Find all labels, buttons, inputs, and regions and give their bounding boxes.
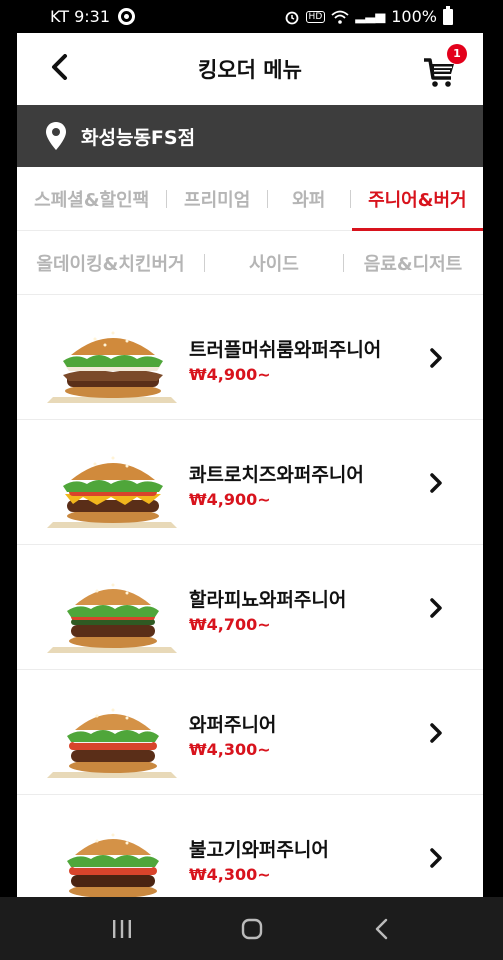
hd-icon: HD <box>305 10 326 23</box>
menu-item-whopper-jr[interactable]: 와퍼주니어 ₩4,300~ <box>17 670 483 795</box>
tab-divider <box>349 189 351 208</box>
status-right: HD ▂▃▅ 100% <box>284 5 453 26</box>
burger-image <box>47 583 177 653</box>
tab-drink-dessert[interactable]: 음료&디저트 <box>344 231 482 294</box>
tab-label: 올데이킹&치킨버거 <box>36 253 185 275</box>
item-price: ₩4,300~ <box>189 740 271 759</box>
burger-image <box>47 708 177 778</box>
tab-whopper[interactable]: 와퍼 <box>268 167 350 230</box>
store-bar[interactable]: 화성능동FS점 <box>17 105 483 167</box>
chevron-right-icon <box>430 348 442 368</box>
tab-label: 스페셜&할인팩 <box>34 189 150 211</box>
burger-image <box>47 331 177 403</box>
tab-junior-burger[interactable]: 주니어&버거 <box>351 167 483 231</box>
location-pin-icon <box>46 122 66 150</box>
status-bar: KT 9:31 HD ▂▃▅ 100% <box>0 0 503 33</box>
home-button[interactable] <box>240 917 264 941</box>
chevron-right-icon <box>430 473 442 493</box>
item-name: 할라피뇨와퍼주니어 <box>189 589 347 611</box>
burger-image <box>47 456 177 528</box>
wifi-icon <box>331 10 349 24</box>
tab-premium[interactable]: 프리미엄 <box>167 167 267 230</box>
item-name: 트러플머쉬룸와퍼주니어 <box>189 339 382 361</box>
system-navigation-bar <box>0 897 503 960</box>
tab-label: 주니어&버거 <box>368 189 467 211</box>
tab-label: 프리미엄 <box>184 189 251 211</box>
item-name: 와퍼주니어 <box>189 714 277 736</box>
cart-button[interactable]: 1 <box>421 44 467 91</box>
item-price: ₩4,900~ <box>189 490 271 509</box>
back-nav-button[interactable] <box>372 917 392 941</box>
tab-special-discount[interactable]: 스페셜&할인팩 <box>17 167 166 230</box>
item-price: ₩4,700~ <box>189 615 271 634</box>
category-tabs-row-2: 올데이킹&치킨버거 사이드 음료&디저트 <box>17 231 483 295</box>
battery-icon <box>443 5 453 25</box>
menu-item-truffle-mushroom-whopper-jr[interactable]: 트러플머쉬룸와퍼주니어 ₩4,900~ <box>17 295 483 420</box>
chevron-right-icon <box>430 848 442 868</box>
category-tabs-row-1: 스페셜&할인팩 프리미엄 와퍼 주니어&버거 <box>17 167 483 231</box>
app-screen: 킹오더 메뉴 1 화성능동FS점 스페셜&할인팩 프리미엄 와퍼 주니어&버거 … <box>17 33 483 897</box>
recent-apps-button[interactable] <box>110 917 134 941</box>
tab-side[interactable]: 사이드 <box>205 231 343 294</box>
item-name: 불고기와퍼주니어 <box>189 839 329 861</box>
tab-allday-chicken[interactable]: 올데이킹&치킨버거 <box>17 231 204 294</box>
battery-percent: 100% <box>391 7 437 26</box>
tab-label: 사이드 <box>249 253 299 275</box>
item-price: ₩4,300~ <box>189 865 271 884</box>
carrier-time: KT 9:31 <box>50 7 111 26</box>
alarm-icon <box>285 11 298 24</box>
item-name: 콰트로치즈와퍼주니어 <box>189 464 364 486</box>
menu-item-bulgogi-whopper-jr[interactable]: 불고기와퍼주니어 ₩4,300~ <box>17 795 483 897</box>
tab-label: 와퍼 <box>292 189 326 211</box>
menu-item-quattro-cheese-whopper-jr[interactable]: 콰트로치즈와퍼주니어 ₩4,900~ <box>17 420 483 545</box>
cart-count-badge: 1 <box>447 44 467 64</box>
target-icon <box>118 8 136 25</box>
status-left: KT 9:31 <box>50 7 136 26</box>
menu-list: 트러플머쉬룸와퍼주니어 ₩4,900~ 콰트로치즈와퍼주니어 ₩4,900~ 할… <box>17 295 483 897</box>
signal-icon: ▂▃▅ <box>355 9 386 24</box>
item-price: ₩4,900~ <box>189 365 271 384</box>
tab-label: 음료&디저트 <box>363 253 463 275</box>
chevron-right-icon <box>430 598 442 618</box>
burger-image <box>67 833 159 897</box>
menu-item-jalapeno-whopper-jr[interactable]: 할라피뇨와퍼주니어 ₩4,700~ <box>17 545 483 670</box>
chevron-right-icon <box>430 723 442 743</box>
header: 킹오더 메뉴 1 <box>17 33 483 105</box>
store-name: 화성능동FS점 <box>81 126 196 149</box>
page-title: 킹오더 메뉴 <box>198 58 302 82</box>
